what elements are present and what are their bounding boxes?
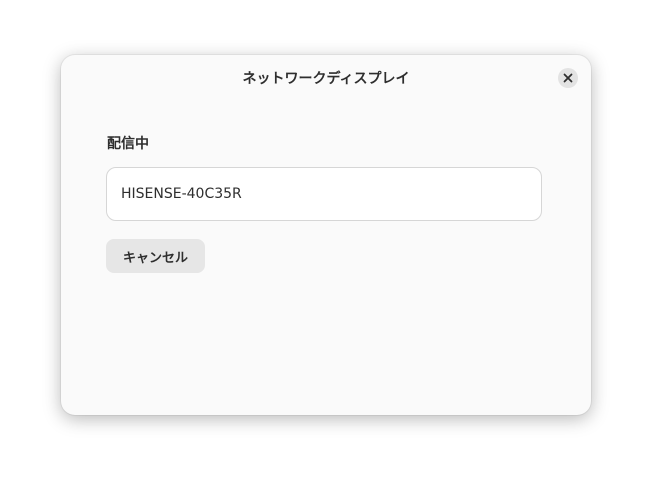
- streaming-label: 配信中: [107, 136, 149, 152]
- cancel-button[interactable]: キャンセル: [106, 239, 205, 273]
- network-display-dialog: ネットワークディスプレイ 配信中 HISENSE-40C35R キャンセル: [61, 55, 591, 415]
- close-button[interactable]: [558, 68, 578, 88]
- close-icon: [563, 73, 573, 83]
- device-name-row: HISENSE-40C35R: [106, 167, 542, 221]
- dialog-header: ネットワークディスプレイ: [61, 55, 591, 101]
- dialog-title: ネットワークディスプレイ: [242, 71, 410, 87]
- device-name: HISENSE-40C35R: [121, 186, 242, 202]
